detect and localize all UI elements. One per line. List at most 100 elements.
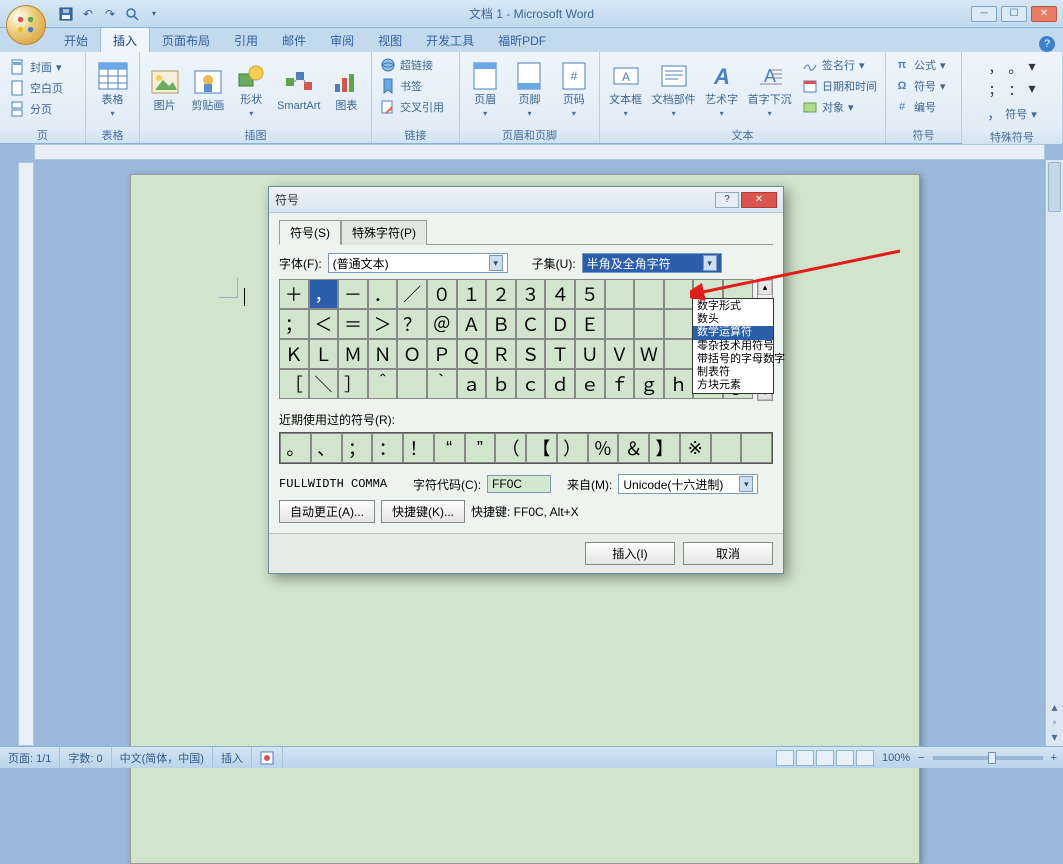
subset-combo[interactable]: 半角及全角字符▾ <box>582 253 722 273</box>
recent-symbol-cell[interactable]: “ <box>434 433 465 463</box>
symbol-cell[interactable]: Ｗ <box>634 339 664 369</box>
cancel-button[interactable]: 取消 <box>683 542 773 565</box>
symbol-grid[interactable]: ＋，－．／０１２３４５ ；＜＝＞？＠ＡＢＣＤＥ ＫＬＭＮＯＰＱＲＳＴＵＶＷＺ ［… <box>279 279 753 399</box>
recent-symbol-cell[interactable] <box>711 433 742 463</box>
undo-icon[interactable]: ↶ <box>78 4 98 24</box>
dialog-tab-symbols[interactable]: 符号(S) <box>279 220 341 245</box>
special-symbol-button[interactable]: ，符号 ▾ <box>966 102 1058 126</box>
maximize-button[interactable]: ☐ <box>1001 6 1027 22</box>
symbol-cell[interactable] <box>664 339 694 369</box>
code-input[interactable] <box>487 475 551 493</box>
save-icon[interactable] <box>56 4 76 24</box>
recent-symbol-cell[interactable]: ” <box>465 433 496 463</box>
symbol-cell[interactable]: ５ <box>575 279 605 309</box>
symbol-cell[interactable]: ＋ <box>279 279 309 309</box>
symbol-cell[interactable]: Ｐ <box>427 339 457 369</box>
symbol-cell[interactable]: ＞ <box>368 309 398 339</box>
symbol-cell[interactable]: Ｍ <box>338 339 368 369</box>
redo-icon[interactable]: ↷ <box>100 4 120 24</box>
tab-developer[interactable]: 开发工具 <box>414 28 486 52</box>
dropcap-button[interactable]: A首字下沉▾ <box>745 55 794 123</box>
blank-page-button[interactable]: 空白页 <box>6 78 67 98</box>
recent-symbol-cell[interactable] <box>741 433 772 463</box>
recent-symbol-cell[interactable]: ； <box>342 433 373 463</box>
footer-button[interactable]: 页脚▾ <box>508 55 550 123</box>
subset-option[interactable]: 零杂技术用符号 <box>693 340 773 353</box>
table-button[interactable]: 表格▾ <box>90 55 135 123</box>
bookmark-button[interactable]: 书签 <box>376 76 448 96</box>
symbol-cell[interactable] <box>634 279 664 309</box>
symbol-cell[interactable]: ＝ <box>338 309 368 339</box>
symbol-cell[interactable]: Ａ <box>457 309 487 339</box>
view-print-layout[interactable] <box>776 750 794 766</box>
subset-option[interactable]: 方块元素 <box>693 379 773 392</box>
symbol-cell[interactable]: Ｄ <box>545 309 575 339</box>
equation-button[interactable]: π公式 ▾ <box>890 55 950 75</box>
dialog-titlebar[interactable]: 符号 ? ✕ <box>269 187 783 213</box>
symbol-cell[interactable]: ｆ <box>605 369 635 399</box>
symbol-cell[interactable]: ． <box>368 279 398 309</box>
autocorrect-button[interactable]: 自动更正(A)... <box>279 500 375 523</box>
symbol-cell[interactable] <box>634 309 664 339</box>
symbol-cell[interactable]: － <box>338 279 368 309</box>
symbol-cell[interactable] <box>664 279 694 309</box>
pagenum-button[interactable]: #页码▾ <box>553 55 595 123</box>
shapes-button[interactable]: 形状▾ <box>231 55 272 123</box>
symbol-cell[interactable]: ｂ <box>486 369 516 399</box>
symbol-cell[interactable] <box>397 369 427 399</box>
tab-insert[interactable]: 插入 <box>100 27 150 52</box>
dialog-help-button[interactable]: ? <box>715 192 739 208</box>
symbol-cell[interactable]: ｄ <box>545 369 575 399</box>
office-button[interactable] <box>6 5 46 45</box>
zoom-in-button[interactable]: + <box>1051 752 1057 764</box>
recent-symbol-cell[interactable]: 【 <box>526 433 557 463</box>
recent-symbol-cell[interactable]: ） <box>557 433 588 463</box>
symbol-cell[interactable] <box>605 279 635 309</box>
symbol-cell[interactable]: ｈ <box>664 369 694 399</box>
help-button[interactable]: ? <box>1039 36 1055 52</box>
close-button[interactable]: ✕ <box>1031 6 1057 22</box>
quickparts-button[interactable]: 文档部件▾ <box>649 55 698 123</box>
shortcut-button[interactable]: 快捷键(K)... <box>381 500 465 523</box>
symbol-cell[interactable]: ３ <box>516 279 546 309</box>
zoom-slider[interactable] <box>933 756 1043 760</box>
recent-symbol-cell[interactable]: 、 <box>311 433 342 463</box>
symbol-cell[interactable]: Ｓ <box>516 339 546 369</box>
tab-pagelayout[interactable]: 页面布局 <box>150 28 222 52</box>
symbol-cell[interactable]: １ <box>457 279 487 309</box>
header-button[interactable]: 页眉▾ <box>464 55 506 123</box>
tab-mailings[interactable]: 邮件 <box>270 28 318 52</box>
subset-option[interactable]: 数字形式 <box>693 300 773 313</box>
symbol-cell[interactable]: ［ <box>279 369 309 399</box>
symbol-cell[interactable]: ］ <box>338 369 368 399</box>
datetime-button[interactable]: 日期和时间 <box>798 76 881 96</box>
symbol-cell[interactable]: ＠ <box>427 309 457 339</box>
symbol-cell[interactable]: Ｌ <box>309 339 339 369</box>
scroll-thumb[interactable] <box>1048 162 1061 212</box>
symbol-cell[interactable]: Ｅ <box>575 309 605 339</box>
subset-option[interactable]: 制表符 <box>693 366 773 379</box>
symbol-cell[interactable]: Ｕ <box>575 339 605 369</box>
symbol-cell[interactable]: ４ <box>545 279 575 309</box>
subset-option[interactable]: 数头 <box>693 313 773 326</box>
tab-references[interactable]: 引用 <box>222 28 270 52</box>
status-page[interactable]: 页面: 1/1 <box>0 747 60 768</box>
print-preview-icon[interactable] <box>122 4 142 24</box>
tab-review[interactable]: 审阅 <box>318 28 366 52</box>
view-draft[interactable] <box>856 750 874 766</box>
symbol-cell[interactable]: Ｖ <box>605 339 635 369</box>
dialog-tab-special[interactable]: 特殊字符(P) <box>341 220 427 245</box>
symbol-cell[interactable]: Ｑ <box>457 339 487 369</box>
symbol-cell[interactable]: Ｂ <box>486 309 516 339</box>
view-web[interactable] <box>816 750 834 766</box>
recent-symbol-cell[interactable]: ＆ <box>618 433 649 463</box>
signature-button[interactable]: 签名行 ▾ <box>798 55 881 75</box>
vertical-ruler[interactable] <box>18 162 34 746</box>
symbol-cell[interactable]: Ｋ <box>279 339 309 369</box>
recent-symbol-cell[interactable]: ！ <box>403 433 434 463</box>
symbol-cell[interactable]: Ｔ <box>545 339 575 369</box>
picture-button[interactable]: 图片 <box>144 55 185 123</box>
cover-page-button[interactable]: 封面 ▾ <box>6 57 67 77</box>
insert-button[interactable]: 插入(I) <box>585 542 675 565</box>
symbol-cell[interactable]: Ｏ <box>397 339 427 369</box>
